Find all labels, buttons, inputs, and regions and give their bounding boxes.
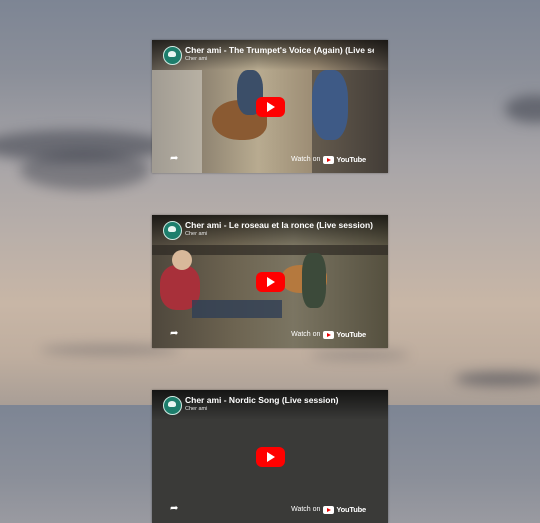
play-icon[interactable]	[256, 97, 285, 117]
cloud	[505, 95, 540, 123]
video-title[interactable]: Cher ami - Le roseau et la ronce (Live s…	[185, 220, 374, 230]
share-icon[interactable]: ➦	[170, 503, 178, 514]
youtube-brand: YouTube	[336, 155, 366, 164]
cloud	[455, 372, 540, 386]
watch-on-youtube-button[interactable]: Watch on YouTube	[291, 505, 366, 514]
channel-avatar-icon[interactable]	[163, 46, 182, 65]
video-embed[interactable]: Cher ami - Nordic Song (Live session) Ch…	[152, 390, 388, 523]
youtube-brand: YouTube	[336, 505, 366, 514]
youtube-brand: YouTube	[336, 330, 366, 339]
youtube-icon: YouTube	[323, 155, 366, 164]
watch-label: Watch on	[291, 506, 321, 513]
video-title[interactable]: Cher ami - The Trumpet's Voice (Again) (…	[185, 45, 374, 55]
channel-avatar-icon[interactable]	[163, 221, 182, 240]
video-channel[interactable]: Cher ami	[185, 56, 207, 62]
cloud	[310, 350, 410, 360]
youtube-icon: YouTube	[323, 505, 366, 514]
video-embed[interactable]: Cher ami - The Trumpet's Voice (Again) (…	[152, 40, 388, 173]
video-channel[interactable]: Cher ami	[185, 406, 207, 412]
channel-avatar-icon[interactable]	[163, 396, 182, 415]
video-embed[interactable]: Cher ami - Le roseau et la ronce (Live s…	[152, 215, 388, 348]
play-icon[interactable]	[256, 272, 285, 292]
youtube-icon: YouTube	[323, 330, 366, 339]
cloud	[20, 150, 150, 190]
video-title[interactable]: Cher ami - Nordic Song (Live session)	[185, 395, 374, 405]
play-icon[interactable]	[256, 447, 285, 467]
watch-on-youtube-button[interactable]: Watch on YouTube	[291, 155, 366, 164]
video-channel[interactable]: Cher ami	[185, 231, 207, 237]
watch-on-youtube-button[interactable]: Watch on YouTube	[291, 330, 366, 339]
share-icon[interactable]: ➦	[170, 328, 178, 339]
watch-label: Watch on	[291, 156, 321, 163]
watch-label: Watch on	[291, 331, 321, 338]
share-icon[interactable]: ➦	[170, 153, 178, 164]
